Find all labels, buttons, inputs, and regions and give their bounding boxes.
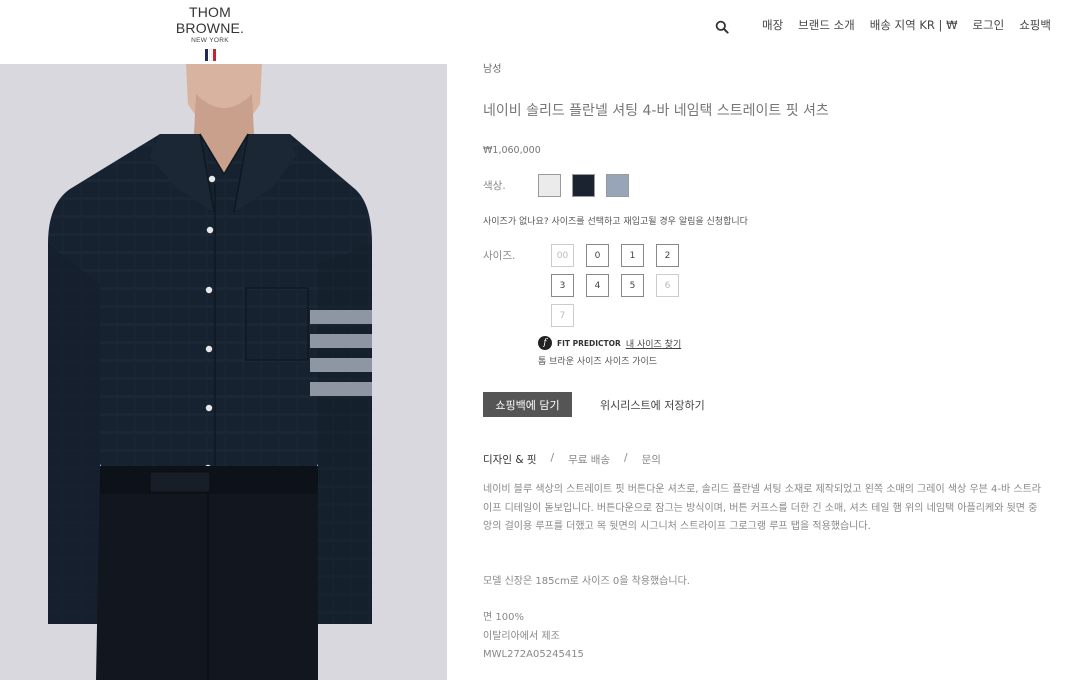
product-description: 네이비 블루 색상의 스트레이트 핏 버튼다운 셔츠로, 솔리드 플란넬 셔팅 … <box>483 484 1041 532</box>
product-image[interactable] <box>0 64 447 680</box>
logo-stripe-navy <box>204 49 208 61</box>
size-option[interactable]: 7 <box>551 304 574 327</box>
size-option[interactable]: 3 <box>551 274 574 297</box>
brand-city: NEW YORK <box>191 37 229 44</box>
tab-free-shipping[interactable]: 무료 배송 <box>568 452 610 467</box>
product-photo-illustration <box>0 64 447 680</box>
fit-predictor: f FIT PREDICTOR 내 사이즈 찾기 <box>538 336 681 350</box>
product-specs: 면 100% 이탈리아에서 제조 MWL272A05245415 <box>483 609 584 665</box>
save-to-wishlist-button[interactable]: 위시리스트에 저장하기 <box>600 397 705 413</box>
model-info: 모델 신장은 185cm로 사이즈 0을 착용했습니다. <box>483 576 690 587</box>
product-price: ₩1,060,000 <box>483 145 541 156</box>
tab-separator: / <box>550 452 555 464</box>
restock-notice[interactable]: 사이즈가 없나요? 사이즈를 선택하고 재입고될 경우 알림을 신청합니다 <box>483 214 748 227</box>
size-option[interactable]: 6 <box>656 274 679 297</box>
size-option[interactable]: 00 <box>551 244 574 267</box>
nav-stores[interactable]: 매장 <box>762 17 783 33</box>
nav-shipping-region[interactable]: 배송 지역 KR | ₩ <box>870 17 958 33</box>
info-tabs: 디자인 & 핏 / 무료 배송 / 문의 <box>483 452 661 467</box>
size-label: 사이즈. <box>483 250 516 262</box>
size-option[interactable]: 1 <box>621 244 644 267</box>
nav-shopping-bag[interactable]: 쇼핑백 <box>1019 17 1051 33</box>
tab-separator: / <box>624 452 628 464</box>
country-of-origin: 이탈리아에서 제조 <box>483 630 560 642</box>
fit-predictor-icon: f <box>538 336 552 350</box>
search-icon[interactable] <box>715 20 729 34</box>
logo-stripes <box>160 49 260 61</box>
site-header: THOM BROWNE. NEW YORK 매장 브랜드 소개 배송 지역 KR… <box>0 0 1080 64</box>
find-my-size-link[interactable]: 내 사이즈 찾기 <box>626 337 681 350</box>
nav-brand-intro[interactable]: 브랜드 소개 <box>798 17 855 33</box>
size-option[interactable]: 5 <box>621 274 644 297</box>
nav-login[interactable]: 로그인 <box>972 17 1004 33</box>
size-guide-link[interactable]: 톰 브라운 사이즈 사이즈 가이드 <box>538 354 657 367</box>
color-swatches <box>538 174 629 197</box>
logo-stripe-red <box>212 49 216 61</box>
size-selector: 00 0 1 2 3 4 5 6 7 <box>551 244 691 327</box>
swatch-blue-grey[interactable] <box>606 174 629 197</box>
add-to-bag-button[interactable]: 쇼핑백에 담기 <box>483 392 572 417</box>
tab-inquiry[interactable]: 문의 <box>642 452 661 467</box>
size-option[interactable]: 4 <box>586 274 609 297</box>
size-option[interactable]: 2 <box>656 244 679 267</box>
brand-name: THOM BROWNE. <box>175 4 245 36</box>
product-title: 네이비 솔리드 플란넬 셔팅 4-바 네임택 스트레이트 핏 셔츠 <box>483 103 829 119</box>
color-label: 색상. <box>483 180 506 192</box>
swatch-light-grey[interactable] <box>538 174 561 197</box>
product-sku: MWL272A05245415 <box>483 649 584 660</box>
brand-logo[interactable]: THOM BROWNE. NEW YORK <box>160 4 260 61</box>
product-category[interactable]: 남성 <box>483 60 501 75</box>
fit-predictor-brand: FIT PREDICTOR <box>557 338 621 348</box>
logo-stripe-white <box>208 49 212 61</box>
tab-design-fit[interactable]: 디자인 & 핏 <box>483 452 537 467</box>
composition: 면 100% <box>483 612 524 623</box>
size-option[interactable]: 0 <box>586 244 609 267</box>
swatch-navy[interactable] <box>572 174 595 197</box>
main-nav: 매장 브랜드 소개 배송 지역 KR | ₩ 로그인 쇼핑백 <box>762 17 1051 33</box>
